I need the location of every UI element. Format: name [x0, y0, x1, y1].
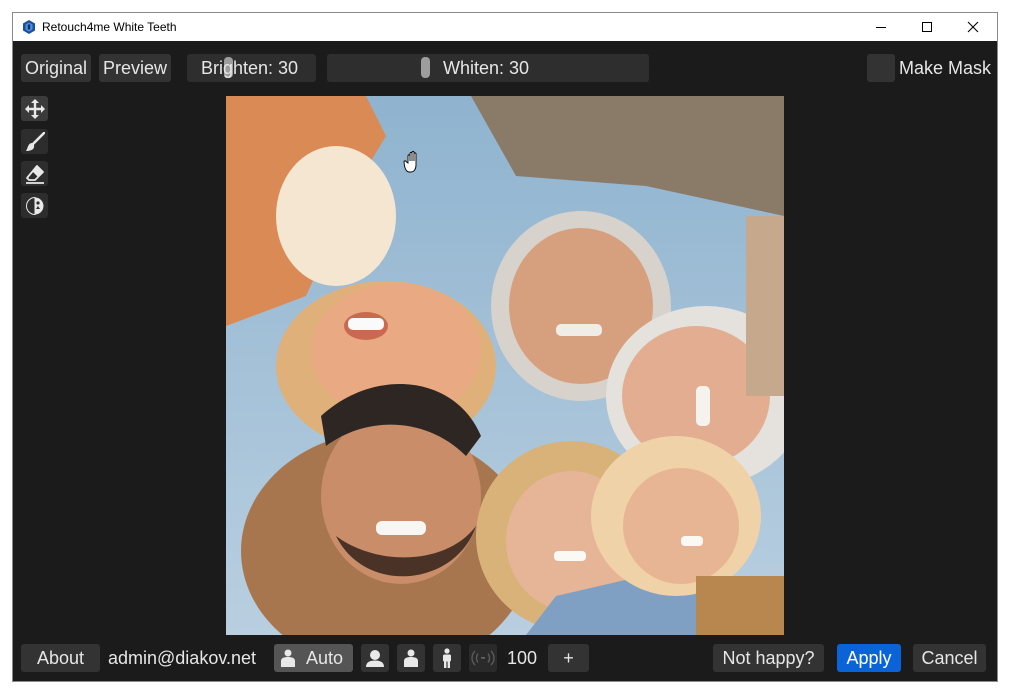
move-icon [24, 98, 45, 119]
minimize-button[interactable] [858, 13, 904, 41]
close-icon [967, 21, 979, 33]
brush-tool-button[interactable] [21, 129, 48, 154]
app-window: Retouch4me White Teeth Original Preview … [13, 13, 997, 681]
user-email: admin@diakov.net [108, 648, 257, 668]
zoom-plus-button[interactable]: + [548, 644, 589, 672]
close-button[interactable] [950, 13, 996, 41]
portrait-mode-button[interactable] [361, 644, 389, 672]
preview-button[interactable]: Preview [99, 54, 171, 82]
minimize-icon [876, 27, 886, 28]
move-tool-button[interactable] [21, 96, 48, 121]
apply-button[interactable]: Apply [837, 644, 901, 672]
portrait-icon [366, 650, 384, 667]
group-portrait-image [226, 96, 784, 635]
full-body-icon [443, 648, 451, 668]
original-button[interactable]: Original [21, 54, 91, 82]
maximize-button[interactable] [904, 13, 950, 41]
photo-canvas[interactable] [226, 96, 784, 635]
brush-icon [25, 131, 45, 151]
half-body-icon [404, 649, 418, 667]
brighten-label: Brighten: 30 [201, 58, 299, 78]
cancel-button[interactable]: Cancel [913, 644, 986, 672]
compare-icon [25, 196, 43, 215]
brighten-slider[interactable]: Brighten: 30 [187, 54, 316, 82]
whiten-label: Whiten: 30 [443, 58, 530, 78]
eraser-tool-button[interactable] [21, 161, 48, 186]
title-bar: Retouch4me White Teeth [13, 13, 997, 41]
minus-label: - [480, 649, 486, 666]
maximize-icon [922, 22, 932, 32]
whiten-slider[interactable]: Whiten: 30 [327, 54, 649, 82]
half-body-mode-button[interactable] [397, 644, 425, 672]
compare-tool-button[interactable] [21, 193, 48, 218]
whiten-slider-thumb[interactable] [421, 57, 430, 78]
main-area: Original Preview Brighten: 30 Whiten: 30… [13, 41, 997, 681]
app-logo-icon [23, 20, 35, 34]
about-button[interactable]: About [21, 644, 100, 672]
auto-mode-button[interactable]: Auto [274, 644, 353, 672]
zoom-value: 100 [507, 648, 538, 668]
make-mask-label: Make Mask [899, 58, 992, 78]
zoom-minus-button[interactable]: - [469, 644, 497, 672]
full-body-mode-button[interactable] [433, 644, 461, 672]
person-icon [281, 649, 295, 667]
eraser-icon [25, 164, 44, 184]
window-title: Retouch4me White Teeth [42, 20, 177, 34]
not-happy-button[interactable]: Not happy? [713, 644, 824, 672]
auto-label: Auto [306, 647, 344, 668]
make-mask-checkbox[interactable] [867, 54, 895, 82]
